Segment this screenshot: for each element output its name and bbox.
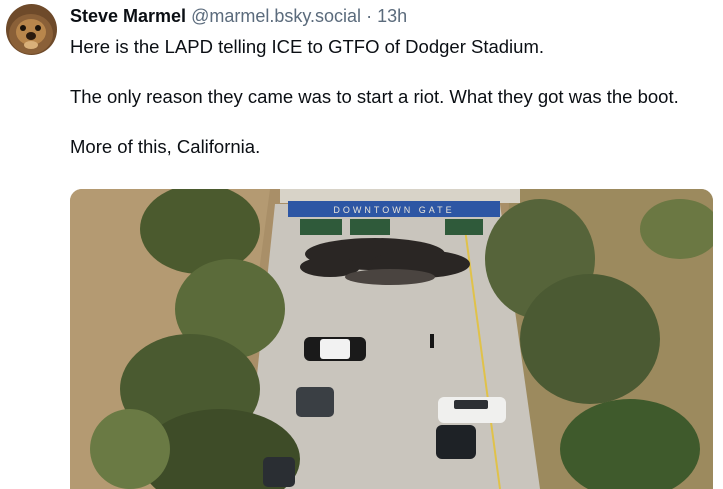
car bbox=[263, 457, 295, 487]
dog-avatar-image bbox=[6, 4, 57, 55]
dark-suv bbox=[436, 425, 476, 459]
police-car bbox=[304, 337, 366, 361]
post-paragraph: The only reason they came was to start a… bbox=[70, 86, 679, 107]
post-header: Steve Marmel @marmel.bsky.social · 13h bbox=[70, 5, 407, 27]
aerial-stadium-photo: DOWNTOWN GATE bbox=[70, 189, 713, 489]
road-sign bbox=[445, 219, 483, 235]
parking-lot bbox=[280, 189, 520, 203]
avatar[interactable] bbox=[6, 4, 57, 55]
road-sign bbox=[300, 219, 342, 235]
post-body: Here is the LAPD telling ICE to GTFO of … bbox=[70, 34, 710, 159]
author-handle[interactable]: @marmel.bsky.social bbox=[191, 6, 361, 26]
post-paragraph: Here is the LAPD telling ICE to GTFO of … bbox=[70, 36, 544, 57]
author-name[interactable]: Steve Marmel bbox=[70, 6, 186, 26]
meta-separator: · bbox=[366, 6, 373, 26]
person bbox=[430, 334, 434, 348]
post-media-image[interactable]: DOWNTOWN GATE bbox=[70, 189, 713, 489]
white-suv bbox=[438, 397, 506, 423]
car bbox=[296, 387, 334, 417]
gate-sign-text: DOWNTOWN GATE bbox=[333, 205, 454, 215]
road-sign bbox=[350, 219, 390, 235]
post-paragraph: More of this, California. bbox=[70, 136, 261, 157]
post-timestamp[interactable]: 13h bbox=[377, 6, 407, 26]
